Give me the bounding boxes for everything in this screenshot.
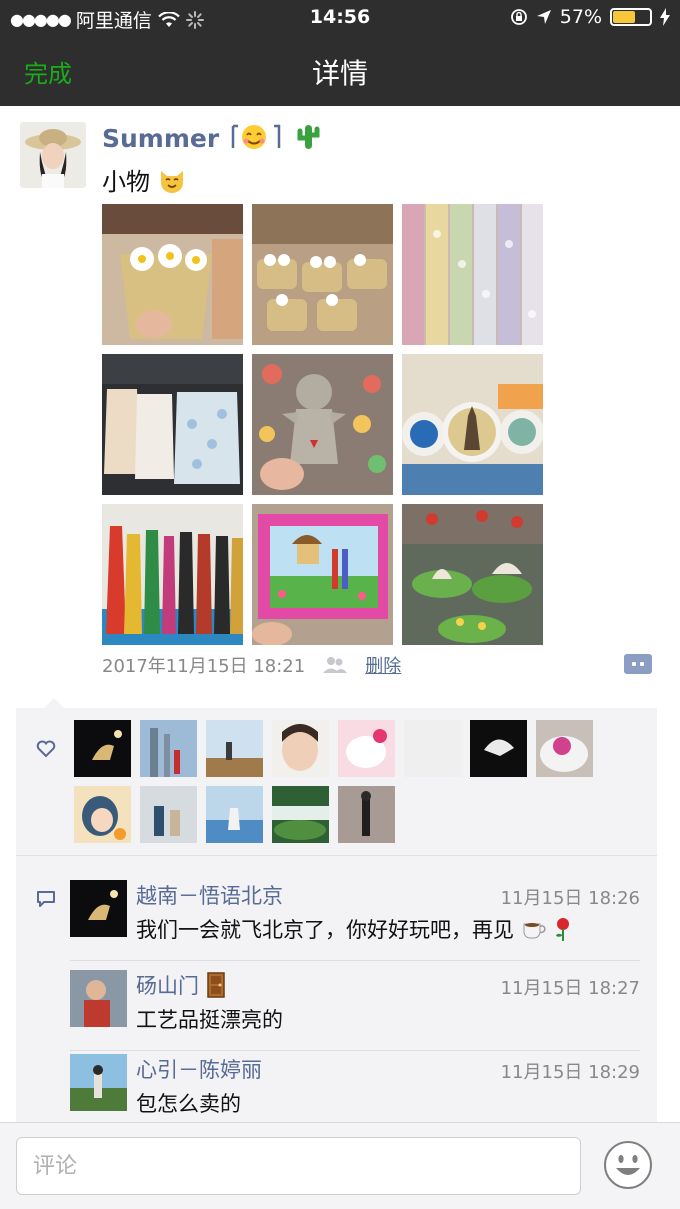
- comment-bubble-icon: [37, 891, 55, 907]
- comment-item[interactable]: 砀山门 11月15日 18:27 工艺品挺漂亮的: [70, 970, 640, 1052]
- liker-avatar[interactable]: [74, 786, 131, 843]
- liker-avatar[interactable]: [272, 720, 329, 777]
- panel-pointer: [44, 698, 64, 708]
- battery-icon: [610, 8, 652, 26]
- page-title: 详情: [311, 57, 368, 90]
- commenter-avatar[interactable]: [70, 880, 127, 937]
- emoji-face-icon: [604, 1141, 652, 1189]
- comment-text: 我们一会就飞北京了，你好好玩吧，再见: [136, 914, 573, 946]
- photo-grid: [102, 204, 544, 645]
- liker-avatar[interactable]: [536, 720, 593, 777]
- liker-avatar[interactable]: [272, 786, 329, 843]
- location-arrow-icon: [536, 10, 551, 24]
- comment-field[interactable]: [16, 1137, 581, 1195]
- cat-emoji-icon: [158, 167, 186, 199]
- liker-avatar[interactable]: [338, 786, 395, 843]
- comment-divider: [70, 1050, 640, 1051]
- author-avatar[interactable]: [20, 122, 86, 188]
- delete-link[interactable]: 删除: [365, 652, 401, 678]
- photo-thumbnail[interactable]: [252, 204, 393, 345]
- photo-thumbnail[interactable]: [402, 204, 543, 345]
- liker-avatar[interactable]: [140, 720, 197, 777]
- battery-percent: 57%: [559, 6, 602, 28]
- comment-text: 包怎么卖的: [136, 1092, 241, 1116]
- friends-visibility-icon: [323, 657, 348, 673]
- comment-time: 11月15日 18:27: [500, 978, 640, 999]
- commenter-name[interactable]: 砀山门: [136, 970, 226, 1003]
- charging-bolt-icon: [660, 8, 670, 26]
- door-emoji-icon: [206, 971, 226, 1003]
- photo-thumbnail[interactable]: [402, 504, 543, 645]
- commenter-avatar[interactable]: [70, 1054, 127, 1111]
- commenter-avatar[interactable]: [70, 970, 127, 1027]
- photo-thumbnail[interactable]: [102, 354, 243, 495]
- photo-thumbnail[interactable]: [402, 354, 543, 495]
- comment-time: 11月15日 18:26: [500, 888, 640, 909]
- liker-avatar[interactable]: [338, 720, 395, 777]
- photo-thumbnail[interactable]: [102, 504, 243, 645]
- liker-avatar[interactable]: [404, 720, 461, 777]
- liker-avatar-list: [74, 720, 644, 843]
- comment-divider: [70, 960, 640, 961]
- liker-avatar[interactable]: [206, 720, 263, 777]
- comment-item[interactable]: 越南－悟语北京 11月15日 18:26 我们一会就飞北京了，你好好玩吧，再见: [70, 880, 640, 962]
- heart-icon: [36, 740, 56, 758]
- status-bar: ●●●●● 阿里通信 14:56 57%: [0, 0, 680, 34]
- post-text: 小物: [102, 162, 186, 199]
- commenter-name[interactable]: 心引－陈婷丽: [136, 1054, 262, 1084]
- author-name[interactable]: Summer: [102, 122, 321, 158]
- liker-avatar[interactable]: [140, 786, 197, 843]
- comment-input-bar: [0, 1122, 680, 1209]
- photo-thumbnail[interactable]: [252, 504, 393, 645]
- photo-thumbnail[interactable]: [102, 204, 243, 345]
- photo-thumbnail[interactable]: [252, 354, 393, 495]
- comment-input[interactable]: [17, 1138, 580, 1194]
- comment-action-button[interactable]: [624, 654, 652, 674]
- post-timestamp: 2017年11月15日 18:21: [102, 656, 306, 677]
- emoji-button[interactable]: [603, 1140, 653, 1190]
- comment-text: 工艺品挺漂亮的: [136, 1008, 283, 1032]
- smile-emoji-icon: [228, 122, 286, 158]
- rose-emoji-icon: [553, 917, 573, 946]
- commenter-name[interactable]: 越南－悟语北京: [136, 880, 283, 910]
- post-meta: 2017年11月15日 18:21 删除: [102, 652, 401, 678]
- liker-avatar[interactable]: [74, 720, 131, 777]
- coffee-emoji-icon: [521, 918, 547, 945]
- navigation-bar: 完成 详情: [0, 34, 680, 106]
- interactions-panel: 越南－悟语北京 11月15日 18:26 我们一会就飞北京了，你好好玩吧，再见 …: [16, 698, 657, 1122]
- liker-avatar[interactable]: [470, 720, 527, 777]
- cactus-emoji-icon: [295, 122, 321, 158]
- likes-section: [16, 708, 657, 856]
- comment-time: 11月15日 18:29: [500, 1062, 640, 1083]
- status-right: 57%: [510, 6, 670, 28]
- liker-avatar[interactable]: [206, 786, 263, 843]
- rotation-lock-icon: [510, 9, 527, 25]
